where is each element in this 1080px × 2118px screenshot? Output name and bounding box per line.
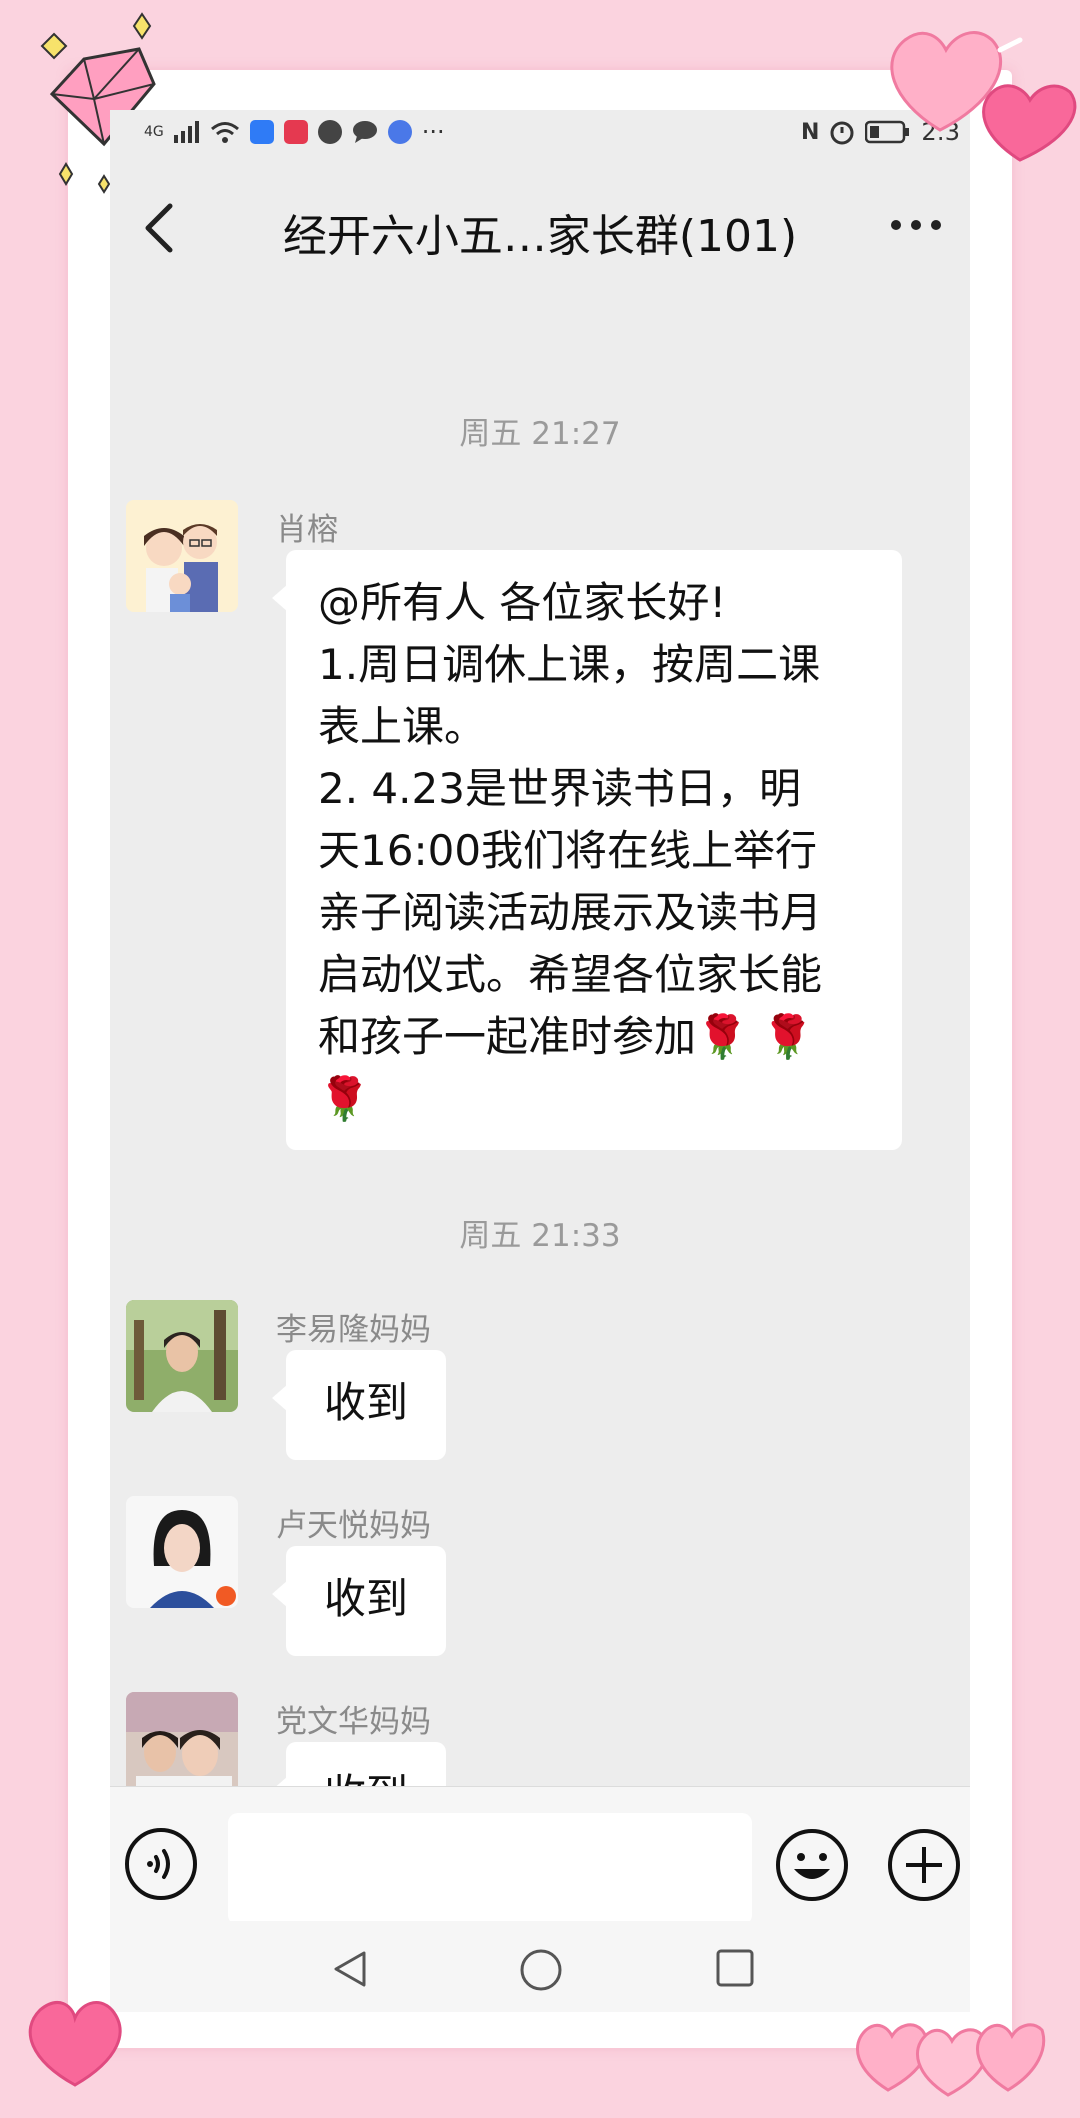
hearts-sticker-icon	[856, 2023, 1046, 2097]
message-text: 收到	[323, 1574, 408, 1623]
message-text-line: 🌹	[318, 1074, 371, 1123]
music-app-icon	[387, 120, 412, 144]
chat-header: 经开六小五…家长群(101)	[110, 162, 970, 292]
photo-avatar-icon	[126, 1496, 238, 1608]
status-bar: 4G ··· N 2:3	[110, 110, 970, 162]
message-input[interactable]	[228, 1813, 752, 1925]
nav-recent-apps-icon[interactable]	[714, 1947, 756, 1989]
app-notification-icon	[283, 120, 308, 144]
sender-name: 党文华妈妈	[276, 1704, 431, 1740]
bubble-tail	[272, 1580, 288, 1608]
chat-title: 经开六小五…家长群(101)	[282, 211, 798, 262]
message-input-bar	[110, 1786, 970, 1925]
bubble-tail	[272, 1384, 288, 1412]
message-text-line: 亲子阅读活动展示及读书月	[318, 888, 823, 937]
message-text-line: 和孩子一起准时参加🌹 🌹	[318, 1012, 814, 1061]
message-text-line: 1.周日调休上课，按周二课	[318, 640, 821, 689]
sender-name: 卢天悦妈妈	[276, 1508, 431, 1544]
plus-icon[interactable]	[886, 1827, 962, 1903]
sender-avatar[interactable]	[126, 1496, 238, 1608]
bubble-tail	[272, 584, 288, 612]
chat-message: 卢天悦妈妈 收到	[126, 1496, 946, 1656]
chat-message-list[interactable]: 周五 21:27 肖榕 @所有人 各位家长好! 1.周日调休上课，按周二课 表上…	[110, 292, 970, 1897]
nav-home-icon[interactable]	[518, 1947, 564, 1993]
message-timestamp: 周五 21:33	[459, 1218, 621, 1254]
nfc-icon: N	[800, 119, 820, 145]
message-bubble[interactable]: 收到	[272, 1546, 446, 1656]
message-text-line: @所有人 各位家长好!	[318, 578, 727, 627]
app-notification-icon	[317, 120, 342, 144]
more-notifications-icon: ···	[421, 118, 445, 146]
message-text-line: 表上课。	[318, 702, 487, 751]
wifi-icon	[210, 122, 239, 143]
system-navigation-bar	[110, 1921, 970, 2012]
hearts-sticker-icon	[890, 31, 1077, 162]
app-notification-icon	[249, 120, 274, 144]
cartoon-family-avatar-icon	[126, 500, 238, 612]
alarm-icon	[830, 121, 854, 145]
message-text: 收到	[323, 1378, 408, 1427]
signal-icon	[173, 121, 199, 143]
sender-name: 李易隆妈妈	[276, 1312, 431, 1348]
phone-screen: 4G ··· N 2:3 经开六小五…家长群(101) 周五 21:27 肖榕 …	[110, 110, 970, 2012]
sender-avatar[interactable]	[126, 1300, 238, 1412]
more-options-icon[interactable]	[886, 200, 946, 250]
voice-input-icon[interactable]	[124, 1827, 198, 1901]
network-label: 4G	[144, 124, 164, 140]
message-text-line: 启动仪式。希望各位家长能	[318, 950, 823, 999]
chat-message: 肖榕 @所有人 各位家长好! 1.周日调休上课，按周二课 表上课。 2. 4.2…	[126, 500, 946, 1160]
emoji-icon[interactable]	[774, 1827, 850, 1903]
heart-sticker-icon	[28, 2001, 122, 2087]
sender-name: 肖榕	[276, 512, 338, 548]
chat-bubble-icon	[352, 121, 377, 143]
message-timestamp: 周五 21:27	[459, 416, 621, 452]
chat-message: 李易隆妈妈 收到	[126, 1300, 946, 1460]
message-bubble[interactable]: 收到	[272, 1350, 446, 1460]
photo-avatar-icon	[126, 1300, 238, 1412]
sender-avatar[interactable]	[126, 500, 238, 612]
message-text-line: 天16:00我们将在线上举行	[318, 826, 818, 875]
message-bubble[interactable]: @所有人 各位家长好! 1.周日调休上课，按周二课 表上课。 2. 4.23是世…	[272, 550, 902, 1150]
nav-back-icon[interactable]	[328, 1947, 372, 1991]
message-text-line: 2. 4.23是世界读书日，明	[318, 764, 801, 813]
